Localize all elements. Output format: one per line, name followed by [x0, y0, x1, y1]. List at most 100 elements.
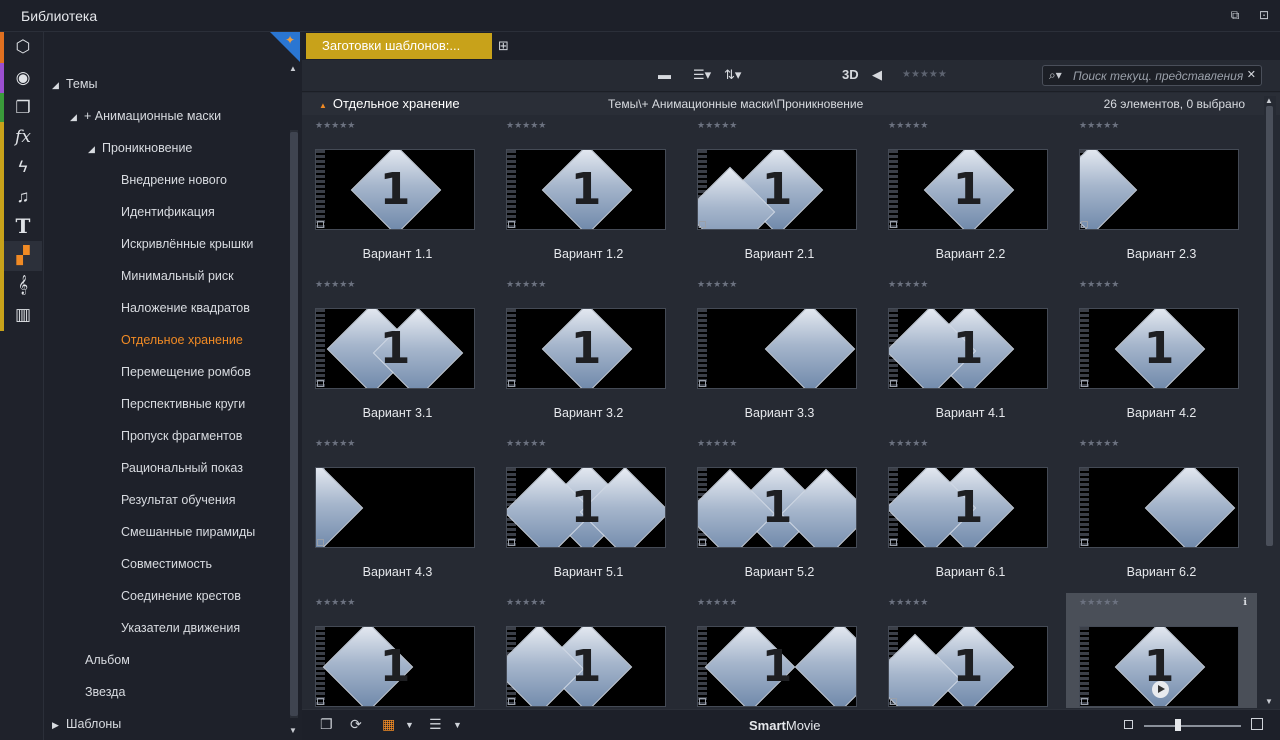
thumbnail-preview[interactable]: 1	[506, 149, 666, 230]
sync-icon[interactable]: ⟳	[350, 716, 362, 733]
thumbnail-item[interactable]: ★★★★★ Вариант 4.3	[302, 434, 493, 593]
thumbnail-item[interactable]: ★★★★★ 1 Вариант 3.2	[493, 275, 684, 434]
thumbnail-item[interactable]: ★★★★★ 1 Вариант 2.2	[875, 116, 1066, 275]
thumbnail-item[interactable]: ★★★★★ 1 Вариант 4.2	[1066, 275, 1257, 434]
tree-node-star[interactable]: Звезда	[85, 681, 125, 703]
grid-scroll-down-icon[interactable]: ▼	[1265, 697, 1273, 706]
fx-icon[interactable]: fx	[4, 122, 42, 152]
smartmovie-button[interactable]: SmartMovie	[749, 718, 821, 733]
thumbnail-preview[interactable]: 1	[1079, 626, 1239, 707]
thumbnail-item[interactable]: ★★★★★ 1 Вариант 1.2	[493, 116, 684, 275]
restore-window-icon[interactable]: ⧉	[1228, 9, 1242, 22]
collapse-triangle-icon[interactable]: ◢	[52, 74, 66, 96]
thumbnail-preview[interactable]	[1079, 467, 1239, 548]
grid-scrollbar[interactable]: ▲ ▼	[1264, 96, 1276, 710]
tag-icon[interactable]: ◀	[872, 67, 882, 83]
thumbnail-item[interactable]: ★★★★★ 1 Вариант 5.1	[493, 434, 684, 593]
tree-item[interactable]: Искривлённые крышки	[121, 233, 253, 255]
collapse-triangle-icon[interactable]: ▲	[319, 101, 327, 110]
tree-item[interactable]: Результат обучения	[121, 489, 236, 511]
thumbnail-preview[interactable]: 1	[697, 467, 857, 548]
clear-search-icon[interactable]: ✕	[1247, 68, 1256, 81]
collapse-triangle-icon[interactable]: ◢	[88, 138, 102, 160]
grid-scroll-up-icon[interactable]: ▲	[1265, 96, 1273, 105]
rating-stars[interactable]: ★★★★★	[888, 120, 928, 131]
rating-stars[interactable]: ★★★★★	[1079, 438, 1119, 449]
lightning-icon[interactable]: ϟ	[4, 152, 42, 182]
thumbnail-item[interactable]: ★★★★★ 1 Вариант 2.1	[684, 116, 875, 275]
search-icon[interactable]: ⌕▾	[1049, 68, 1062, 83]
tree-item[interactable]: Минимальный риск	[121, 265, 234, 287]
thumbnail-item[interactable]: ★★★★★ 1 Вариант 6.1	[875, 434, 1066, 593]
add-tab-icon[interactable]: ⊞	[498, 38, 509, 54]
grid-view-icon[interactable]: ▦	[382, 716, 395, 733]
tree-item[interactable]: Рациональный показ	[121, 457, 243, 479]
details-view-icon[interactable]: ☰	[429, 716, 442, 733]
thumbnail-preview[interactable]: 1	[315, 626, 475, 707]
thumbnail-preview[interactable]	[697, 308, 857, 389]
tree-node-animated-masks[interactable]: ◢ + Анимационные маски	[70, 105, 221, 127]
current-folder[interactable]: ▲ Отдельное хранение	[319, 96, 460, 111]
view-dropdown-icon[interactable]: ▼	[405, 720, 414, 730]
title-text-icon[interactable]: T	[4, 211, 42, 241]
thumbnail-item[interactable]: ★★★★★ Вариант 3.3	[684, 275, 875, 434]
expand-triangle-icon[interactable]: ▶	[52, 714, 66, 736]
rating-stars[interactable]: ★★★★★	[506, 279, 546, 290]
thumbnail-preview[interactable]: 1	[506, 467, 666, 548]
tree-scroll-down-icon[interactable]: ▼	[289, 726, 297, 735]
rating-stars[interactable]: ★★★★★	[697, 438, 737, 449]
folder-icon[interactable]: ▬	[658, 67, 671, 82]
rating-stars[interactable]: ★★★★★	[888, 597, 928, 608]
thumbnail-item[interactable]: ★★★★★ Вариант 2.3	[1066, 116, 1257, 275]
thumbnail-item[interactable]: ★★★★★ 1 Вариант 5.2	[684, 434, 875, 593]
thumbnail-preview[interactable]: 1	[1079, 308, 1239, 389]
thumbnail-item[interactable]: ★★★★★ 1	[493, 593, 684, 708]
themes-icon[interactable]: ▞	[4, 241, 42, 271]
rating-stars[interactable]: ★★★★★	[506, 120, 546, 131]
tree-node-templates[interactable]: ▶ Шаблоны	[52, 713, 121, 735]
rating-stars[interactable]: ★★★★★	[315, 279, 355, 290]
detach-window-icon[interactable]: ⊡	[1257, 9, 1271, 22]
list-view-icon[interactable]: ☰▾	[693, 67, 711, 83]
tree-item[interactable]: Перемещение ромбов	[121, 361, 251, 383]
box-stack-icon[interactable]: ⬡	[4, 32, 42, 62]
rating-stars[interactable]: ★★★★★	[1079, 279, 1119, 290]
thumbnail-size-slider[interactable]	[1144, 725, 1241, 727]
tree-scrollbar-thumb[interactable]	[290, 132, 298, 716]
tree-item[interactable]: Соединение крестов	[121, 585, 241, 607]
rating-stars[interactable]: ★★★★★	[315, 438, 355, 449]
thumbnail-item[interactable]: ★★★★★ 1 Вариант 1.1	[302, 116, 493, 275]
rating-stars[interactable]: ★★★★★	[697, 279, 737, 290]
rating-filter[interactable]: ★★★★★	[902, 69, 947, 80]
pin-icon[interactable]: ✦	[285, 33, 295, 47]
tree-item[interactable]: Совместимость	[121, 553, 212, 575]
thumbnail-preview[interactable]: 1	[697, 626, 857, 707]
thumbnail-preview[interactable]: 1	[888, 308, 1048, 389]
thumbnail-item[interactable]: ★★★★★ 1 Вариант 4.1	[875, 275, 1066, 434]
tree-item[interactable]: Идентификация	[121, 201, 215, 223]
rating-stars[interactable]: ★★★★★	[315, 597, 355, 608]
thumbnail-preview[interactable]	[1079, 149, 1239, 230]
tree-node-themes[interactable]: ◢ Темы	[52, 73, 97, 95]
thumbnail-preview[interactable]: 1	[697, 149, 857, 230]
rating-stars[interactable]: ★★★★★	[888, 279, 928, 290]
tab-templates[interactable]: Заготовки шаблонов:...	[306, 33, 492, 59]
thumbnail-preview[interactable]	[315, 467, 475, 548]
tree-item[interactable]: Перспективные круги	[121, 393, 245, 415]
thumbnail-size-slider-knob[interactable]	[1175, 719, 1181, 731]
tree-item[interactable]: Пропуск фрагментов	[121, 425, 242, 447]
info-icon[interactable]: ℹ	[1243, 597, 1247, 608]
tree-item[interactable]: Внедрение нового	[121, 169, 227, 191]
collapse-triangle-icon[interactable]: ◢	[70, 106, 84, 128]
film-reel-icon[interactable]: ◉	[4, 63, 42, 93]
rating-stars[interactable]: ★★★★★	[1079, 597, 1119, 608]
3d-toggle[interactable]: 3D	[842, 67, 859, 82]
thumbnail-preview[interactable]: 1	[506, 626, 666, 707]
zoom-out-icon[interactable]	[1124, 720, 1133, 729]
rating-stars[interactable]: ★★★★★	[506, 438, 546, 449]
thumbnail-preview[interactable]: 1	[315, 308, 475, 389]
rating-stars[interactable]: ★★★★★	[315, 120, 355, 131]
thumbnail-item[interactable]: ★★★★★ 1	[302, 593, 493, 708]
thumbnail-item[interactable]: ★★★★★ 1 Вариант 3.1	[302, 275, 493, 434]
search-input[interactable]	[1073, 67, 1243, 84]
